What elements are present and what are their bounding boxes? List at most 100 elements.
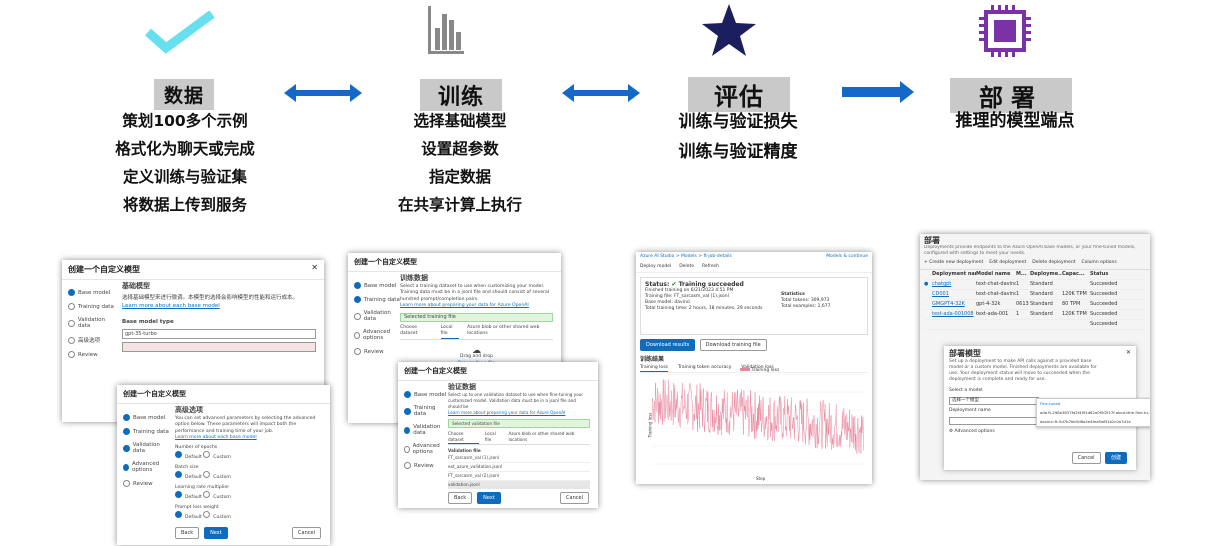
wizard-footer: Back Next <box>175 527 231 539</box>
wizard-step[interactable]: Review <box>354 348 402 355</box>
create-deployment-button[interactable]: + Create new deployment <box>924 260 983 266</box>
dropdown-option[interactable]: davinci.ft-5d7b7bb3d8a4e4fea5e8f1b2c0a7d… <box>1037 417 1150 426</box>
wizard-step[interactable]: Training data <box>68 303 118 310</box>
tab-azure-blob[interactable]: Azure blob or other shared web locations <box>508 431 590 444</box>
wizard-step[interactable]: Base model <box>404 391 448 398</box>
wizard-step[interactable]: Validation data <box>354 310 402 322</box>
wizard-step[interactable]: Base model <box>354 282 402 289</box>
cancel-button[interactable]: Cancel <box>560 492 589 504</box>
radio-group[interactable]: Default Custom <box>175 491 322 502</box>
tab-azure-blob[interactable]: Azure blob or other shared web locations <box>467 325 553 339</box>
edit-deployment-button[interactable]: Edit deployment <box>989 260 1026 266</box>
wizard-step[interactable]: Training data <box>404 405 448 417</box>
learn-more-link[interactable]: Learn more about each base model <box>175 435 322 442</box>
wizard-step[interactable]: Training data <box>354 296 402 303</box>
wizard-step[interactable]: Advanced options <box>404 443 448 455</box>
cancel-button[interactable]: Cancel <box>292 527 321 539</box>
table-row[interactable]: Succeeded <box>924 320 1146 330</box>
stage-lines-data: 策划100多个示例 格式化为聊天或完成 定义训练与验证集 将数据上传到服务 <box>50 107 320 219</box>
dialog-desc: Set up a deployment to make API calls ag… <box>949 359 1097 382</box>
file-list-item[interactable]: validation.jsonl <box>448 481 590 489</box>
row-selected-icon[interactable]: ● <box>924 280 932 289</box>
learn-more-link[interactable]: Learn more about preparing your data for… <box>400 303 553 310</box>
wizard-step[interactable]: 高级选项 <box>68 336 118 344</box>
table-row[interactable]: test-ada-001008 text-ada-001 1 Standard 120K… <box>924 310 1146 320</box>
learn-more-link[interactable]: Learn more about each base model <box>122 302 316 310</box>
file-list-item[interactable]: FT_sarcasm_val (2).jsonl <box>448 472 590 481</box>
tab-token-accuracy[interactable]: Training token accuracy <box>678 365 732 372</box>
page-title: 部署 <box>924 236 940 245</box>
table-header: Deployment nameModel nameM...Deployme...… <box>924 270 1146 280</box>
download-results-button[interactable]: Download results <box>640 339 696 351</box>
tab-local-file[interactable]: Local file <box>485 431 503 444</box>
delete-deployment-button[interactable]: Delete deployment <box>1032 260 1075 266</box>
radio-group[interactable]: Default Custom <box>175 451 322 462</box>
base-model-select[interactable]: gpt-35-turbo <box>122 329 316 339</box>
wizard-step[interactable]: Validation data <box>68 317 118 329</box>
back-button[interactable]: Back <box>448 492 473 504</box>
cancel-button[interactable]: Cancel <box>1071 452 1101 464</box>
model-select[interactable]: 选择一个模型 <box>949 397 1039 405</box>
column-options-button[interactable]: Column options <box>1081 260 1116 266</box>
create-button[interactable]: 创建 <box>1104 452 1127 464</box>
wizard-steps: Base model Training data Validation data… <box>123 407 171 494</box>
advanced-options-toggle[interactable]: ⚙ Advanced options <box>949 429 1131 435</box>
table-cell: text-chat-davinci (002) <box>976 281 1016 287</box>
tab-local-file[interactable]: Local file <box>440 325 460 339</box>
chip-icon <box>979 5 1031 57</box>
row-checkbox[interactable] <box>924 310 932 319</box>
stage-line: 格式化为聊天或完成 <box>115 140 255 158</box>
table-cell <box>1016 320 1030 329</box>
next-button[interactable]: Next <box>204 527 228 539</box>
wizard-step[interactable]: Review <box>123 480 171 487</box>
wizard-step[interactable]: Validation data <box>123 442 171 454</box>
wizard-step[interactable]: Training data <box>123 428 171 435</box>
stage-line: 指定数据 <box>428 168 491 186</box>
radio-group[interactable]: Default Custom <box>175 511 322 522</box>
selected-file-banner: Selected validation file <box>448 419 590 428</box>
table-cell: Succeeded <box>1090 281 1118 287</box>
table-row[interactable]: ●chatgpttext-chat-davinci (002)1 Standard… <box>924 280 1146 290</box>
wizard-step[interactable]: Advanced options <box>123 461 171 473</box>
file-list-item[interactable]: ext_azure_validation.jsonl <box>448 463 590 472</box>
back-button[interactable]: Back <box>175 527 200 539</box>
learn-more-link[interactable]: Learn more about preparing your data for… <box>448 410 590 416</box>
wizard-step[interactable]: Advanced options <box>354 329 402 341</box>
suffix-input[interactable] <box>122 342 316 352</box>
deployment-name-link[interactable] <box>932 320 976 329</box>
deployment-name-link[interactable]: CD001 <box>932 290 976 299</box>
table-row[interactable]: CD001text-chat-davinci (002)1 Standard 120… <box>924 290 1146 300</box>
wizard-step[interactable]: Review <box>68 351 118 358</box>
next-button[interactable]: Next <box>477 492 501 504</box>
row-checkbox[interactable] <box>924 300 932 309</box>
deploy-model-button[interactable]: Deploy model <box>640 264 671 270</box>
tab-training-loss[interactable]: Training loss <box>640 365 668 372</box>
close-icon[interactable]: ✕ <box>311 263 318 272</box>
deployment-name-link[interactable]: chatgpt <box>932 280 976 289</box>
deployment-name-link[interactable]: test-ada-001008 <box>932 310 976 319</box>
radio-group[interactable]: Default Custom <box>175 471 322 482</box>
row-checkbox[interactable] <box>924 290 932 299</box>
row-checkbox[interactable] <box>924 320 932 329</box>
download-training-file-button[interactable]: Download training file <box>699 339 767 351</box>
section-desc: You can set advanced parameters by selec… <box>175 415 316 434</box>
wizard-steps: Base model Training data Validation data… <box>68 282 118 365</box>
wizard-step[interactable]: Base model <box>68 289 118 296</box>
close-icon[interactable]: ✕ <box>1126 350 1131 356</box>
delete-button[interactable]: Delete <box>679 264 694 270</box>
bar-chart-icon <box>428 6 464 54</box>
wizard-step[interactable]: Review <box>404 462 448 469</box>
tab-choose-dataset[interactable]: Choose dataset <box>400 325 433 339</box>
tab-choose-dataset[interactable]: Choose dataset <box>448 431 479 444</box>
wizard-step[interactable]: Validation data <box>404 424 448 436</box>
table-row[interactable]: GMGPT4-32K gpt-4-32k 0613 Standard 80 TPM Suc… <box>924 300 1146 310</box>
deployment-name-link[interactable]: GMGPT4-32K <box>932 300 976 309</box>
stage-line: 定义训练与验证集 <box>122 168 247 186</box>
wizard-step[interactable]: Base model <box>123 414 171 421</box>
deployment-name-input[interactable] <box>949 417 1039 425</box>
file-list-item[interactable]: FT_sarcasm_val (1).jsonl <box>448 454 590 463</box>
table-cell: Standard <box>1030 301 1053 307</box>
refresh-button[interactable]: Refresh <box>702 264 719 270</box>
dropdown-option[interactable]: ada.ft-298a3637fa2f49f1d62a0f5f2f17f-abc… <box>1037 408 1150 417</box>
field-label: Base model type <box>122 319 174 325</box>
